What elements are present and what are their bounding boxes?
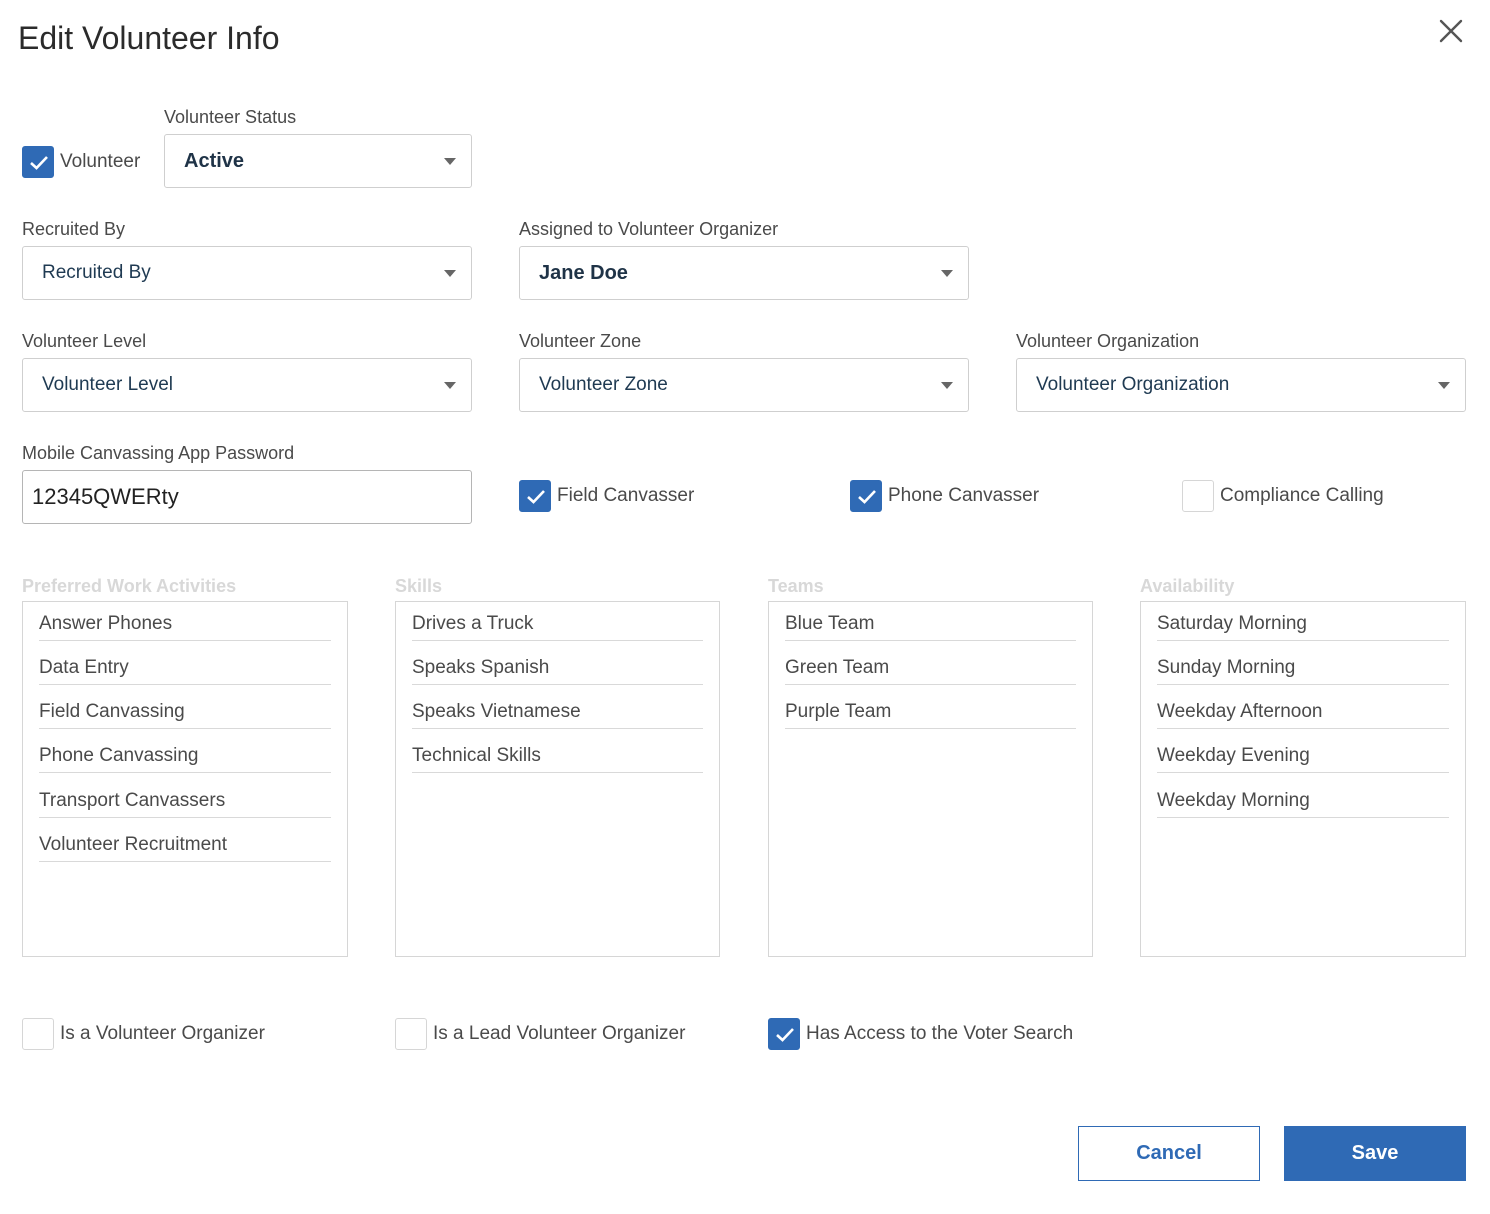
list-item[interactable]: Weekday Evening (1157, 735, 1449, 773)
caret-down-icon (444, 382, 456, 389)
volunteer-zone-value: Volunteer Zone (539, 374, 668, 395)
list-item[interactable]: Blue Team (785, 603, 1076, 641)
volunteer-level-value: Volunteer Level (42, 374, 173, 395)
lead-volunteer-organizer-checkbox[interactable] (395, 1018, 427, 1050)
caret-down-icon (941, 270, 953, 277)
list-item[interactable]: Green Team (785, 647, 1076, 685)
skills-heading: Skills (395, 576, 443, 596)
recruited-by-label: Recruited By (22, 219, 126, 239)
volunteer-zone-select[interactable]: Volunteer Zone (519, 358, 969, 412)
organizer-value: Jane Doe (539, 261, 628, 284)
volunteer-level-label: Volunteer Level (22, 331, 147, 351)
caret-down-icon (1438, 382, 1450, 389)
recruited-by-select[interactable]: Recruited By (22, 246, 472, 300)
list-item[interactable]: Drives a Truck (412, 603, 703, 641)
cancel-button[interactable]: Cancel (1078, 1126, 1260, 1181)
list-item[interactable]: Technical Skills (412, 735, 703, 773)
skills-list[interactable]: Drives a Truck Speaks Spanish Speaks Vie… (395, 601, 720, 957)
list-item[interactable]: Purple Team (785, 691, 1076, 729)
list-item[interactable]: Transport Canvassers (39, 780, 331, 818)
dialog-title: Edit Volunteer Info (18, 20, 280, 56)
password-label: Mobile Canvassing App Password (22, 443, 295, 463)
save-button[interactable]: Save (1284, 1126, 1466, 1181)
volunteer-status-select[interactable]: Active (164, 134, 472, 188)
organizer-select[interactable]: Jane Doe (519, 246, 969, 300)
volunteer-status-value: Active (184, 149, 245, 172)
availability-heading: Availability (1140, 576, 1235, 596)
voter-search-access-label: Has Access to the Voter Search (806, 1023, 1074, 1044)
checkmark-icon (527, 490, 545, 504)
volunteer-checkbox[interactable] (22, 146, 54, 178)
field-canvasser-label: Field Canvasser (557, 485, 695, 506)
list-item[interactable]: Speaks Vietnamese (412, 691, 703, 729)
checkmark-icon (30, 156, 48, 170)
teams-heading: Teams (768, 576, 824, 596)
volunteer-organization-value: Volunteer Organization (1036, 374, 1230, 395)
activities-heading: Preferred Work Activities (22, 576, 237, 596)
phone-canvasser-checkbox[interactable] (850, 480, 882, 512)
list-item[interactable]: Answer Phones (39, 603, 331, 641)
list-item[interactable]: Phone Canvassing (39, 735, 331, 773)
list-item[interactable]: Field Canvassing (39, 691, 331, 729)
list-item[interactable]: Data Entry (39, 647, 331, 685)
volunteer-status-label: Volunteer Status (164, 107, 297, 127)
teams-list[interactable]: Blue Team Green Team Purple Team (768, 601, 1093, 957)
list-item[interactable]: Sunday Morning (1157, 647, 1449, 685)
volunteer-organization-select[interactable]: Volunteer Organization (1016, 358, 1466, 412)
compliance-calling-checkbox[interactable] (1182, 480, 1214, 512)
close-icon[interactable] (1436, 16, 1466, 46)
list-item[interactable]: Saturday Morning (1157, 603, 1449, 641)
activities-list[interactable]: Answer Phones Data Entry Field Canvassin… (22, 601, 348, 957)
field-canvasser-checkbox[interactable] (519, 480, 551, 512)
caret-down-icon (444, 158, 456, 165)
list-item[interactable]: Speaks Spanish (412, 647, 703, 685)
volunteer-level-select[interactable]: Volunteer Level (22, 358, 472, 412)
checkmark-icon (776, 1028, 794, 1042)
checkmark-icon (858, 490, 876, 504)
lead-volunteer-organizer-label: Is a Lead Volunteer Organizer (433, 1023, 686, 1044)
volunteer-organizer-checkbox[interactable] (22, 1018, 54, 1050)
compliance-calling-label: Compliance Calling (1220, 485, 1384, 506)
organizer-label: Assigned to Volunteer Organizer (519, 219, 779, 239)
recruited-by-value: Recruited By (42, 262, 151, 283)
volunteer-label: Volunteer (60, 151, 141, 172)
volunteer-organizer-label: Is a Volunteer Organizer (60, 1023, 265, 1044)
list-item[interactable]: Volunteer Recruitment (39, 824, 331, 862)
caret-down-icon (444, 270, 456, 277)
volunteer-zone-label: Volunteer Zone (519, 331, 642, 351)
voter-search-access-checkbox[interactable] (768, 1018, 800, 1050)
volunteer-organization-label: Volunteer Organization (1016, 331, 1200, 351)
password-input[interactable] (22, 470, 472, 524)
phone-canvasser-label: Phone Canvasser (888, 485, 1040, 506)
availability-list[interactable]: Saturday Morning Sunday Morning Weekday … (1140, 601, 1466, 957)
caret-down-icon (941, 382, 953, 389)
list-item[interactable]: Weekday Afternoon (1157, 691, 1449, 729)
list-item[interactable]: Weekday Morning (1157, 780, 1449, 818)
